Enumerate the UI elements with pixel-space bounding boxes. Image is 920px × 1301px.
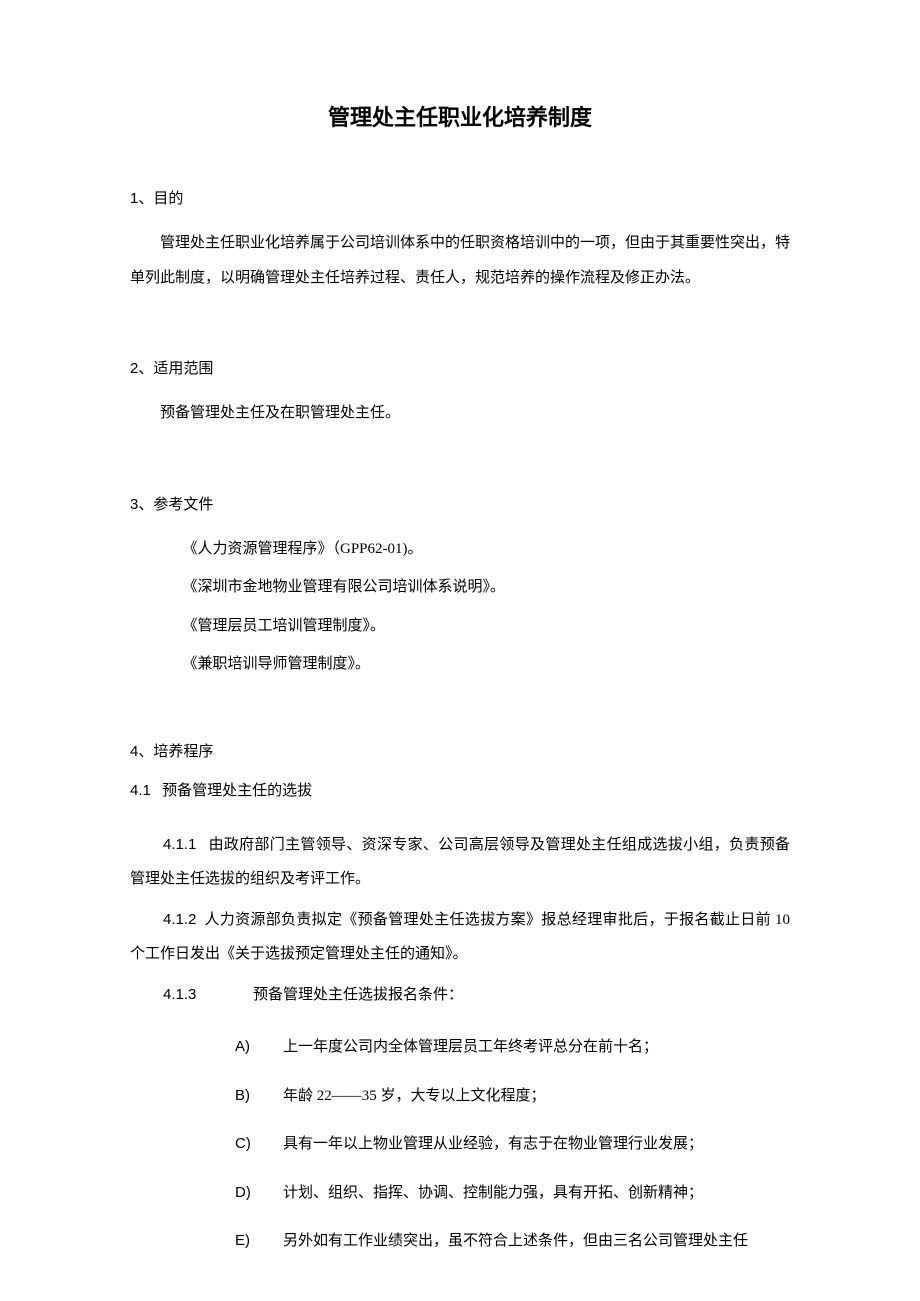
condition-marker-c: C) <box>235 1127 283 1162</box>
subsection-4-1-heading: 4.1 预备管理处主任的选拔 <box>130 779 790 800</box>
subsection-4-1-num: 4.1 <box>130 782 151 799</box>
condition-item-a: A)上一年度公司内全体管理层员工年终考评总分在前十名； <box>130 1030 790 1065</box>
section-1-num: 1、 <box>130 190 153 207</box>
document-title: 管理处主任职业化培养制度 <box>130 100 790 132</box>
section-3-label: 参考文件 <box>153 497 213 513</box>
item-4-1-3: 4.1.3预备管理处主任选拔报名条件： <box>130 978 790 1013</box>
section-4-num: 4、 <box>130 743 153 760</box>
reference-item: 《管理层员工培训管理制度》。 <box>130 609 790 644</box>
condition-marker-e: E) <box>235 1224 283 1259</box>
item-4-1-3-num: 4.1.3 <box>163 978 253 1013</box>
section-4-label: 培养程序 <box>153 744 213 760</box>
reference-item: 《深圳市金地物业管理有限公司培训体系说明》。 <box>130 570 790 605</box>
condition-text-c: 具有一年以上物业管理从业经验，有志于在物业管理行业发展； <box>283 1136 703 1152</box>
section-3-heading: 3、参考文件 <box>130 493 790 514</box>
condition-text-e: 另外如有工作业绩突出，虽不符合上述条件，但由三名公司管理处主任 <box>283 1233 748 1249</box>
section-2-num: 2、 <box>130 360 153 377</box>
condition-marker-a: A) <box>235 1030 283 1065</box>
condition-text-d: 计划、组织、指挥、协调、控制能力强，具有开拓、创新精神； <box>283 1185 703 1201</box>
item-4-1-2: 4.1.2 人力资源部负责拟定《预备管理处主任选拔方案》报总经理审批后，于报名截… <box>130 903 790 972</box>
section-2-heading: 2、适用范围 <box>130 357 790 378</box>
condition-item-c: C)具有一年以上物业管理从业经验，有志于在物业管理行业发展； <box>130 1127 790 1162</box>
condition-item-e: E)另外如有工作业绩突出，虽不符合上述条件，但由三名公司管理处主任 <box>130 1224 790 1259</box>
section-2-paragraph: 预备管理处主任及在职管理处主任。 <box>130 396 790 431</box>
section-1-label: 目的 <box>153 191 183 207</box>
condition-marker-d: D) <box>235 1176 283 1211</box>
condition-text-a: 上一年度公司内全体管理层员工年终考评总分在前十名； <box>283 1039 658 1055</box>
item-4-1-1-num: 4.1.1 <box>163 836 196 853</box>
item-4-1-2-num: 4.1.2 <box>163 911 196 928</box>
section-1-heading: 1、目的 <box>130 187 790 208</box>
item-4-1-1: 4.1.1 由政府部门主管领导、资深专家、公司高层领导及管理处主任组成选拔小组，… <box>130 828 790 897</box>
section-4-heading: 4、培养程序 <box>130 740 790 761</box>
reference-item: 《人力资源管理程序》（GPP62-01)。 <box>130 532 790 567</box>
condition-item-b: B)年龄 22——35 岁，大专以上文化程度； <box>130 1079 790 1114</box>
section-2-label: 适用范围 <box>153 361 213 377</box>
reference-item: 《兼职培训导师管理制度》。 <box>130 647 790 682</box>
item-4-1-2-text: 人力资源部负责拟定《预备管理处主任选拔方案》报总经理审批后，于报名截止日前 10… <box>130 912 790 963</box>
condition-marker-b: B) <box>235 1079 283 1114</box>
section-1-paragraph: 管理处主任职业化培养属于公司培训体系中的任职资格培训中的一项，但由于其重要性突出… <box>130 226 790 295</box>
condition-item-d: D)计划、组织、指挥、协调、控制能力强，具有开拓、创新精神； <box>130 1176 790 1211</box>
item-4-1-3-text: 预备管理处主任选拔报名条件： <box>253 987 463 1003</box>
condition-text-b: 年龄 22——35 岁，大专以上文化程度； <box>283 1088 546 1104</box>
item-4-1-1-text: 由政府部门主管领导、资深专家、公司高层领导及管理处主任组成选拔小组，负责预备管理… <box>130 837 790 888</box>
subsection-4-1-label: 预备管理处主任的选拔 <box>162 783 312 799</box>
section-3-num: 3、 <box>130 496 153 513</box>
